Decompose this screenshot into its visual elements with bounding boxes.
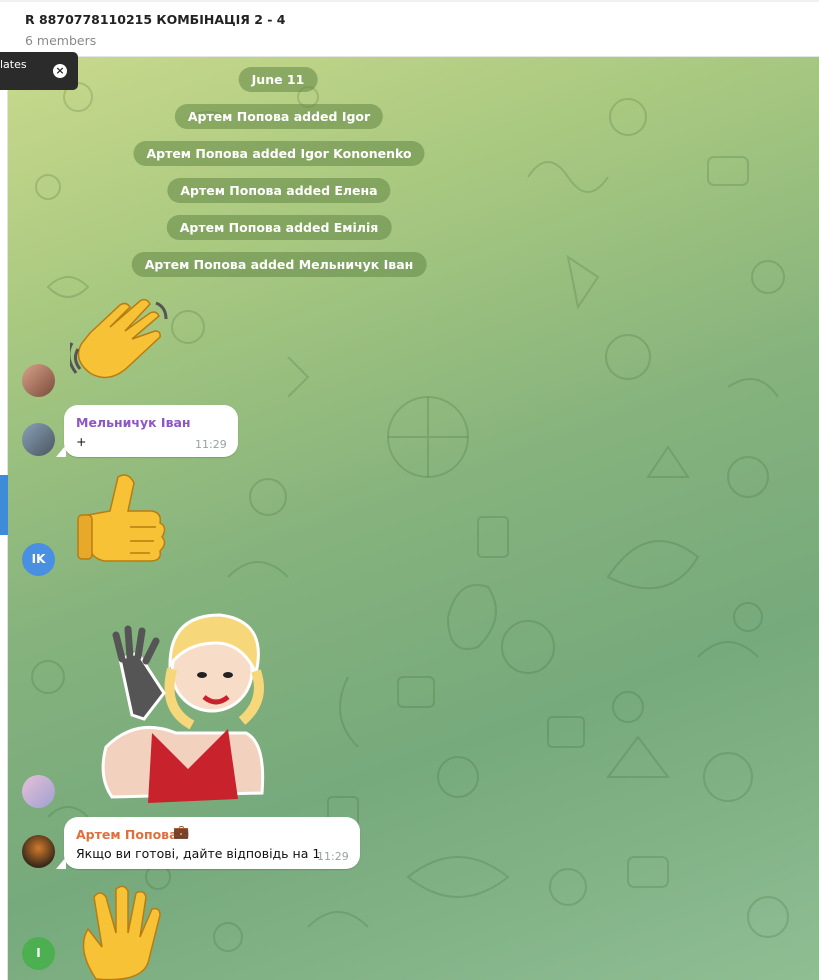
- avatar-artem-popova[interactable]: [22, 835, 55, 868]
- waving-hand-emoji[interactable]: [70, 293, 170, 388]
- toast-text: lates: [0, 58, 27, 71]
- sender-name[interactable]: Мельничук Іван: [76, 415, 191, 430]
- raised-hand-emoji[interactable]: [76, 883, 168, 980]
- message-bubble[interactable]: Мельничук Іван + 11:29: [64, 405, 238, 457]
- chat-title[interactable]: R 8870778110215 КОМБІНАЦІЯ 2 - 4: [25, 12, 286, 27]
- message-time: 11:29: [195, 438, 227, 451]
- service-message-added-olena: Артем Попова added Елена: [167, 178, 391, 203]
- sidebar-active-indicator: [0, 475, 8, 535]
- sender-name[interactable]: Артем Попова: [76, 827, 178, 842]
- avatar-ik[interactable]: IK: [22, 543, 55, 576]
- close-icon[interactable]: ×: [53, 64, 67, 78]
- message-bubble[interactable]: Артем Попова 💼 Якщо ви готові, дайте від…: [64, 817, 360, 869]
- service-message-added-melnychuk: Артем Попова added Мельничук Іван: [131, 252, 427, 277]
- waving-woman-sticker[interactable]: [92, 605, 272, 805]
- service-message-added-igor-kononenko: Артем Попова added Igor Kononenko: [133, 141, 425, 166]
- top-divider: [0, 0, 819, 2]
- thumbs-up-emoji[interactable]: [74, 471, 168, 567]
- service-message-added-emilia: Артем Попова added Емілія: [166, 215, 392, 240]
- avatar-i[interactable]: I: [22, 937, 55, 970]
- avatar-user-photo-1[interactable]: [22, 364, 55, 397]
- notification-toast: lates ×: [0, 52, 78, 90]
- briefcase-icon: 💼: [173, 825, 190, 840]
- date-separator: June 11: [238, 67, 318, 92]
- chat-header[interactable]: R 8870778110215 КОМБІНАЦІЯ 2 - 4 6 membe…: [0, 0, 819, 57]
- message-text: +: [76, 434, 87, 449]
- avatar-user-photo-2[interactable]: [22, 775, 55, 808]
- chat-messages-area[interactable]: June 11 Артем Попова added Igor Артем По…: [8, 57, 819, 980]
- message-text: Якщо ви готові, дайте відповідь на 1: [76, 846, 321, 861]
- service-message-added-igor: Артем Попова added Igor: [174, 104, 384, 129]
- member-count[interactable]: 6 members: [25, 33, 96, 48]
- avatar-melnychuk-ivan[interactable]: [22, 423, 55, 456]
- message-time: 11:29: [317, 850, 349, 863]
